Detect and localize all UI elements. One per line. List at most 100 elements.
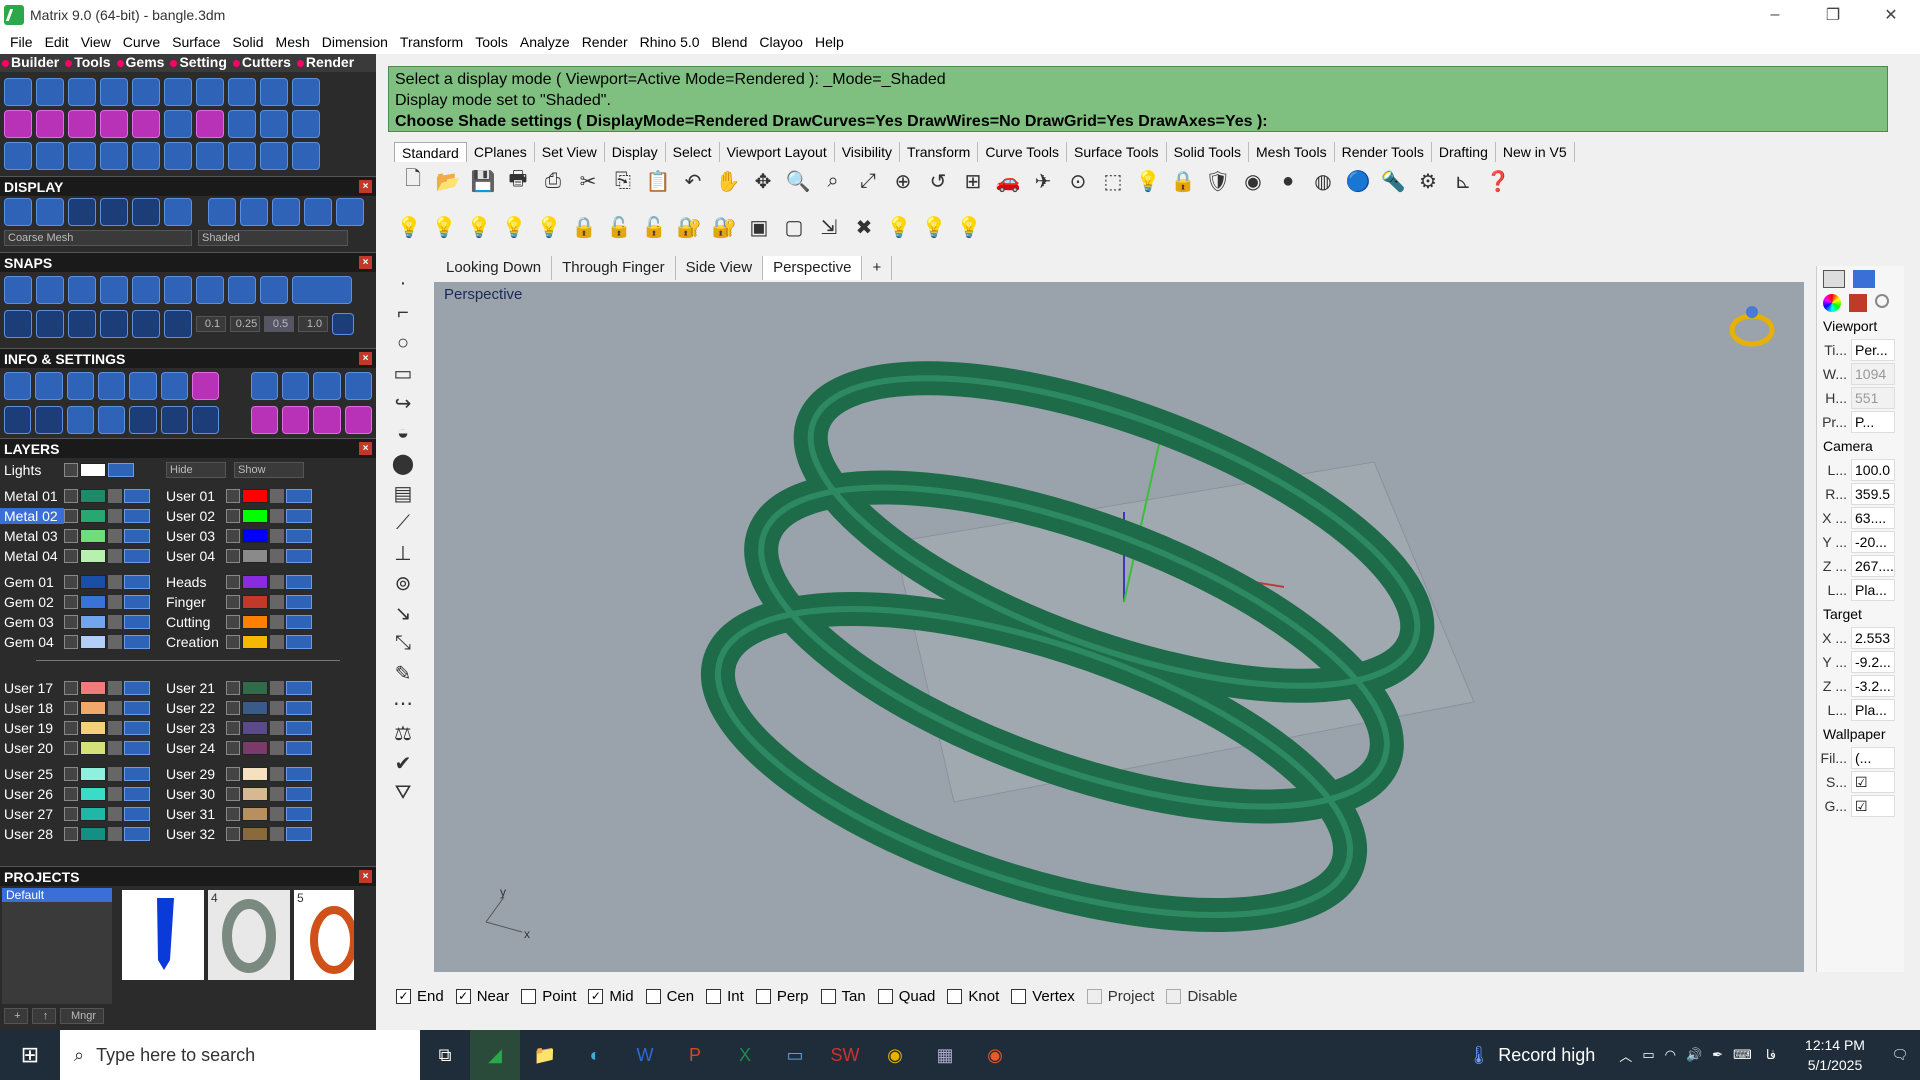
menu-rhino5[interactable]: Rhino 5.0	[634, 34, 706, 50]
layer-visibility-toggle[interactable]	[124, 767, 150, 781]
hide-layers-button[interactable]: Hide	[166, 462, 226, 478]
lock-icon[interactable]	[108, 681, 122, 695]
cutter-tool-icon[interactable]	[292, 110, 320, 138]
settings-tool-icon[interactable]	[313, 372, 341, 400]
osnap-checkbox[interactable]	[1086, 988, 1102, 1004]
cutter-tool-icon[interactable]	[228, 110, 256, 138]
settings-tool-icon[interactable]	[282, 372, 310, 400]
layer-color-swatch[interactable]	[80, 463, 106, 477]
toolbar-tab-solid-tools[interactable]: Solid Tools	[1167, 142, 1250, 162]
builder-tool-icon[interactable]	[68, 78, 96, 106]
osnap-checkbox[interactable]	[877, 988, 893, 1004]
monitor-icon[interactable]	[1823, 270, 1845, 288]
layer-visibility-toggle[interactable]	[124, 529, 150, 543]
layer-color-swatch[interactable]	[242, 549, 268, 563]
project-thumbnail[interactable]: 5	[294, 890, 358, 980]
render-sphere-icon[interactable]: 🔵	[1343, 166, 1373, 196]
taskbar-search-input[interactable]: ⌕ Type here to search	[60, 1030, 420, 1080]
expand-arrow-icon[interactable]	[226, 615, 240, 629]
close-icon[interactable]: ×	[359, 180, 372, 193]
restore-button[interactable]: ❐	[1804, 0, 1862, 30]
expand-arrow-icon[interactable]	[226, 575, 240, 589]
lock-icon[interactable]	[270, 595, 284, 609]
toolbar-tab-standard[interactable]: Standard	[394, 142, 467, 162]
osnap-disable[interactable]: Disable	[1166, 988, 1238, 1005]
light-bulb-icon[interactable]: 💡	[464, 212, 494, 242]
layer-visibility-toggle[interactable]	[124, 807, 150, 821]
wifi-icon[interactable]: ◠	[1665, 1047, 1676, 1063]
layer-color-swatch[interactable]	[242, 595, 268, 609]
transform-tool-icon[interactable]	[4, 142, 32, 170]
expand-arrow-icon[interactable]	[64, 549, 78, 563]
chrome-icon[interactable]: ◉	[870, 1030, 920, 1080]
layer-color-swatch[interactable]	[80, 529, 106, 543]
info-tool-icon[interactable]	[250, 406, 278, 434]
layer-name[interactable]: User 28	[0, 826, 64, 842]
unlock-icon[interactable]: 🔓	[639, 212, 669, 242]
minimize-button[interactable]: –	[1746, 0, 1804, 30]
project-default[interactable]: Default	[2, 888, 112, 902]
expand-arrow-icon[interactable]	[64, 635, 78, 649]
perspective-viewport[interactable]: Perspective y x	[434, 282, 1804, 972]
circle-tool-icon[interactable]: ○	[388, 328, 418, 358]
lock-icon[interactable]	[108, 635, 122, 649]
layer-color-swatch[interactable]	[242, 787, 268, 801]
layer-color-swatch[interactable]	[242, 575, 268, 589]
layer-name[interactable]: User 27	[0, 806, 64, 822]
lock-icon[interactable]	[270, 827, 284, 841]
layer-color-swatch[interactable]	[80, 701, 106, 715]
light-bulb-icon[interactable]: 💡	[499, 212, 529, 242]
cutter-tool-icon[interactable]	[132, 110, 160, 138]
color-wheel-icon[interactable]: ◉	[1238, 166, 1268, 196]
builder-tool-icon[interactable]	[132, 78, 160, 106]
expand-arrow-icon[interactable]	[64, 575, 78, 589]
osnap-checkbox[interactable]: ✓	[588, 988, 604, 1004]
layer-visibility-toggle[interactable]	[286, 509, 312, 523]
expand-arrow-icon[interactable]	[64, 489, 78, 503]
add-project-button[interactable]: +	[4, 1008, 28, 1024]
layer-color-swatch[interactable]	[242, 635, 268, 649]
snap-value-0-1[interactable]: 0.1	[196, 316, 226, 332]
snap-tool-icon[interactable]	[196, 276, 224, 304]
osnap-tan[interactable]: Tan	[820, 988, 866, 1005]
property-value[interactable]: 1094	[1851, 363, 1895, 385]
menu-mesh[interactable]: Mesh	[270, 34, 316, 50]
snap-tool-icon[interactable]	[68, 276, 96, 304]
language-indicator[interactable]: فا	[1766, 1047, 1776, 1063]
point-icon[interactable]: ⊙	[1063, 166, 1093, 196]
thermometer-icon[interactable]: 🌡	[1467, 1045, 1490, 1066]
toolbar-tab-set-view[interactable]: Set View	[535, 142, 605, 162]
lock-icon[interactable]	[270, 701, 284, 715]
notifications-icon[interactable]: 🗨	[1880, 1047, 1920, 1063]
add-viewport-tab[interactable]: +	[862, 256, 893, 280]
layer-color-swatch[interactable]	[242, 509, 268, 523]
lock-icon[interactable]	[270, 741, 284, 755]
pan-icon[interactable]: ✋	[713, 166, 743, 196]
menu-transform[interactable]: Transform	[394, 34, 469, 50]
file-explorer-icon[interactable]: 📁	[520, 1030, 570, 1080]
snap-tool-icon[interactable]	[100, 276, 128, 304]
expand-arrow-icon[interactable]	[64, 741, 78, 755]
layer-visibility-toggle[interactable]	[286, 681, 312, 695]
grid-tool-icon[interactable]	[36, 310, 64, 338]
display-mode-select[interactable]: Shaded	[198, 230, 348, 246]
cutter-tool-icon[interactable]	[36, 110, 64, 138]
toolbar-tab-mesh-tools[interactable]: Mesh Tools	[1249, 142, 1335, 162]
expand-arrow-icon[interactable]	[226, 529, 240, 543]
expand-arrow-icon[interactable]	[226, 787, 240, 801]
close-icon[interactable]: ×	[359, 352, 372, 365]
windows-start-icon[interactable]: ⊞	[0, 1030, 60, 1080]
ungroup-icon[interactable]: ▢	[779, 212, 809, 242]
layer-visibility-toggle[interactable]	[286, 787, 312, 801]
chevron-up-icon[interactable]: ︿	[1619, 1046, 1632, 1065]
info-tool-icon[interactable]	[129, 406, 157, 434]
layer-color-swatch[interactable]	[80, 827, 106, 841]
layer-color-swatch[interactable]	[80, 549, 106, 563]
lock-icon[interactable]	[270, 787, 284, 801]
layer-visibility-toggle[interactable]	[286, 827, 312, 841]
powerpoint-icon[interactable]: P	[670, 1030, 720, 1080]
layer-visibility-toggle[interactable]	[286, 595, 312, 609]
menu-blend[interactable]: Blend	[706, 34, 754, 50]
layer-color-swatch[interactable]	[242, 489, 268, 503]
layer-color-swatch[interactable]	[80, 767, 106, 781]
